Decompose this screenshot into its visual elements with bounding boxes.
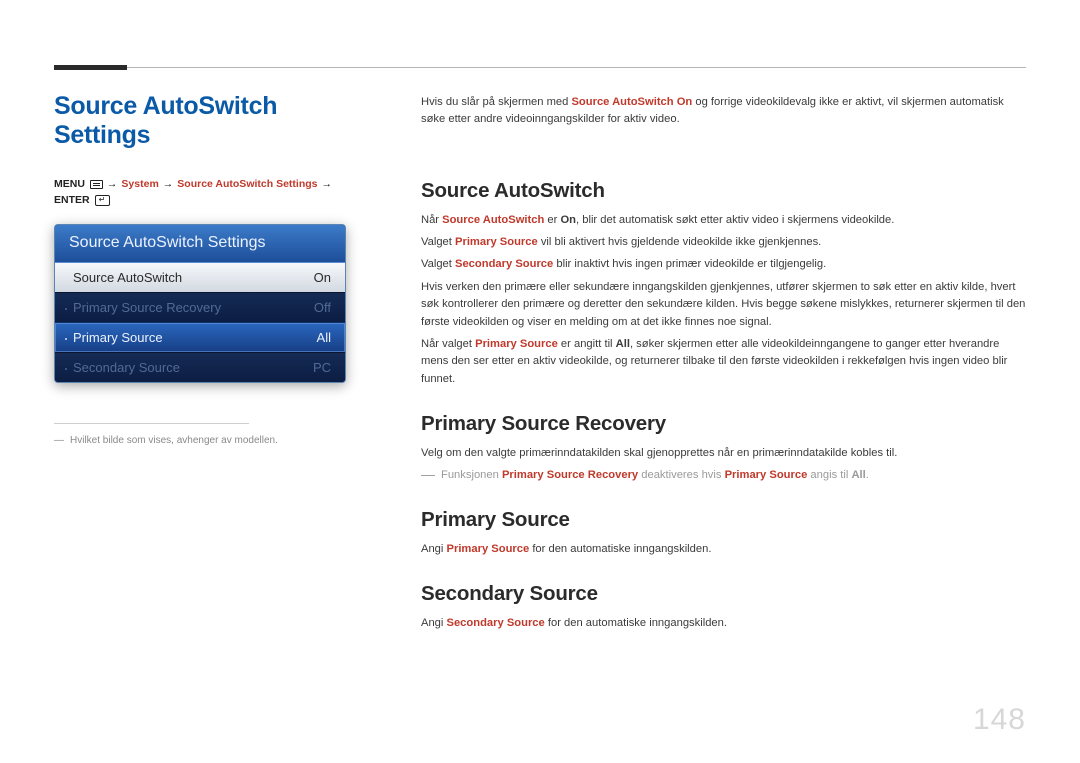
menu-label: Primary Source bbox=[73, 330, 163, 345]
breadcrumb-settings: Source AutoSwitch Settings bbox=[177, 178, 317, 190]
panel-header: Source AutoSwitch Settings bbox=[55, 225, 345, 263]
dash-icon: ― bbox=[421, 467, 435, 484]
menu-label: Source AutoSwitch bbox=[73, 270, 182, 285]
page-number: 148 bbox=[973, 703, 1026, 737]
footnote: ― Hvilket bilde som vises, avhenger av m… bbox=[54, 434, 346, 448]
breadcrumb-menu: MENU bbox=[54, 178, 85, 190]
breadcrumb: MENU → System → Source AutoSwitch Settin… bbox=[54, 178, 346, 206]
top-rule bbox=[54, 67, 1026, 68]
menu-row-recovery[interactable]: Primary Source Recovery Off bbox=[55, 292, 345, 322]
menu-row-secondary[interactable]: Secondary Source PC bbox=[55, 352, 345, 382]
intro-text: Hvis du slår på skjermen med Source Auto… bbox=[421, 94, 1026, 129]
breadcrumb-enter: ENTER bbox=[54, 194, 90, 206]
body-text: Valget Primary Source vil bli aktivert h… bbox=[421, 234, 1026, 251]
heading-primary-source: Primary Source bbox=[421, 508, 1026, 532]
menu-value: PC bbox=[313, 360, 331, 375]
settings-panel: Source AutoSwitch Settings Source AutoSw… bbox=[54, 224, 346, 383]
body-text: Valget Secondary Source blir inaktivt hv… bbox=[421, 256, 1026, 273]
menu-value: On bbox=[314, 270, 331, 285]
menu-row-autoswitch[interactable]: Source AutoSwitch On bbox=[55, 263, 345, 292]
body-text: Velg om den valgte primærinndatakilden s… bbox=[421, 445, 1026, 462]
dash-icon: ― bbox=[54, 434, 64, 448]
body-text: Hvis verken den primære eller sekundære … bbox=[421, 279, 1026, 331]
body-text: Når Source AutoSwitch er On, blir det au… bbox=[421, 212, 1026, 229]
breadcrumb-system: System bbox=[121, 178, 158, 190]
arrow-icon: → bbox=[163, 178, 174, 190]
arrow-icon: → bbox=[107, 178, 118, 190]
inline-accent: Source AutoSwitch On bbox=[571, 96, 692, 108]
heading-secondary-source: Secondary Source bbox=[421, 582, 1026, 606]
body-text: Når valget Primary Source er angitt til … bbox=[421, 336, 1026, 388]
menu-list: Source AutoSwitch On Primary Source Reco… bbox=[55, 263, 345, 382]
enter-icon bbox=[95, 195, 110, 206]
page-title: Source AutoSwitch Settings bbox=[54, 92, 346, 150]
menu-label: Secondary Source bbox=[73, 360, 180, 375]
heading-primary-recovery: Primary Source Recovery bbox=[421, 412, 1026, 436]
footnote-text: Hvilket bilde som vises, avhenger av mod… bbox=[70, 434, 278, 448]
menu-row-primary[interactable]: Primary Source All bbox=[55, 322, 345, 352]
menu-label: Primary Source Recovery bbox=[73, 300, 221, 315]
menu-icon bbox=[90, 180, 103, 189]
divider bbox=[54, 423, 249, 424]
heading-source-autoswitch: Source AutoSwitch bbox=[421, 179, 1026, 203]
menu-value: Off bbox=[314, 300, 331, 315]
note: ― Funksjonen Primary Source Recovery dea… bbox=[421, 467, 1026, 484]
body-text: Angi Primary Source for den automatiske … bbox=[421, 541, 1026, 558]
arrow-icon: → bbox=[322, 178, 333, 190]
menu-value: All bbox=[317, 330, 331, 345]
body-text: Angi Secondary Source for den automatisk… bbox=[421, 615, 1026, 632]
